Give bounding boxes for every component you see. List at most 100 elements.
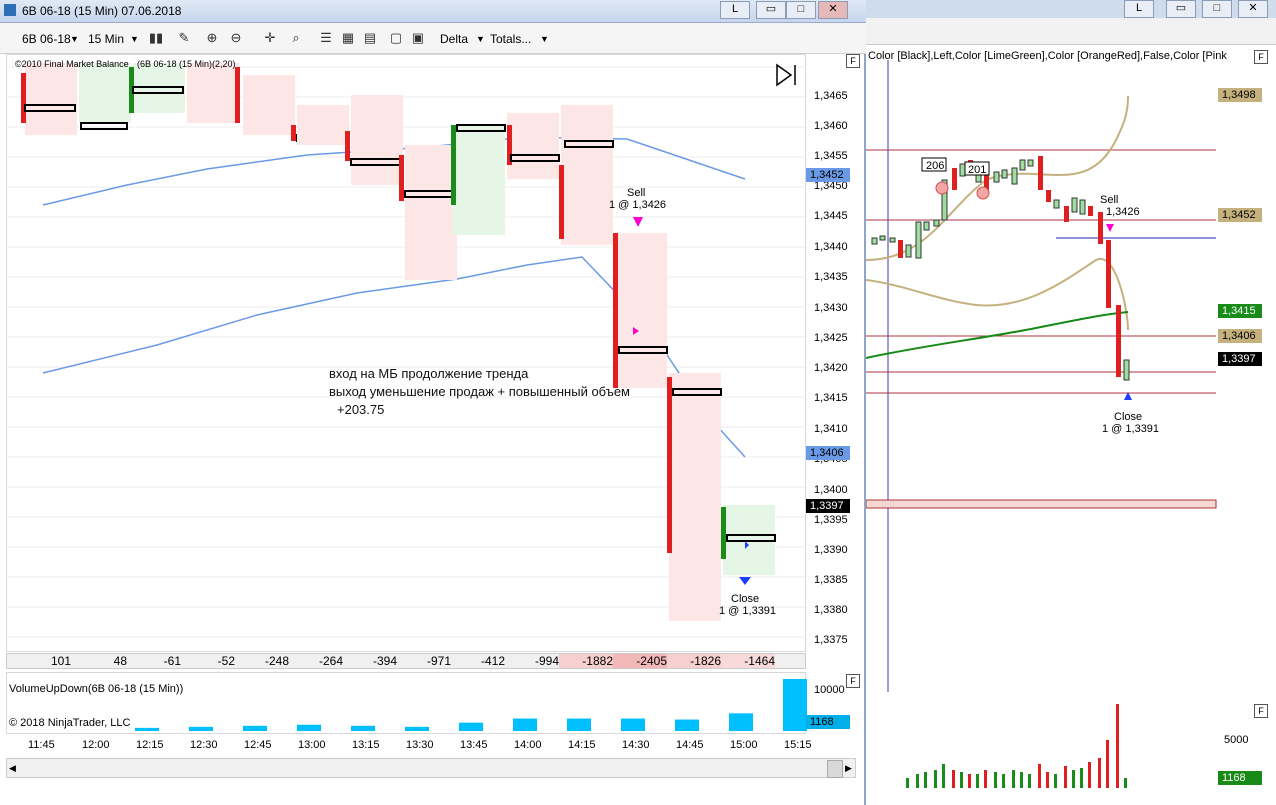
volume-bar	[459, 722, 483, 731]
right-sell-detail: 1,3426	[1106, 206, 1140, 218]
play-scroll-icon[interactable]	[776, 63, 796, 87]
right-sell-label: Sell	[1100, 194, 1118, 206]
chevron-down-icon[interactable]: ▼	[476, 34, 485, 44]
right-price-axis	[1218, 60, 1276, 700]
indicators-icon[interactable]: ▦	[340, 30, 356, 46]
volume-flag: 1168	[806, 715, 850, 729]
interval-selector[interactable]: 15 Min	[88, 32, 124, 46]
delta-cell: -1826	[667, 654, 721, 668]
time-tick: 15:00	[730, 739, 758, 751]
time-tick: 12:45	[244, 739, 272, 751]
delta-cell: -52	[217, 654, 235, 668]
delta-cell: -1464	[721, 654, 775, 668]
volume-bar	[621, 718, 645, 731]
time-tick: 12:15	[136, 739, 164, 751]
time-tick: 13:00	[298, 739, 326, 751]
annotation-line-3: +203.75	[337, 402, 385, 417]
delta-cell: -971	[426, 654, 451, 668]
chevron-down-icon[interactable]: ▼	[70, 34, 79, 44]
instrument-selector[interactable]: 6B 06-18	[22, 32, 71, 46]
scroll-right-icon[interactable]: ▶	[845, 763, 852, 774]
volume-bar	[351, 725, 375, 731]
data-box-icon[interactable]: ▢	[388, 30, 404, 46]
close-button[interactable]: ✕	[1238, 0, 1268, 18]
volume-bars	[135, 679, 807, 731]
help-button[interactable]: L	[720, 1, 750, 19]
background-toolbar	[866, 18, 1276, 45]
close-button[interactable]: ✕	[818, 1, 848, 19]
annotation-text: вход на МБ продолжение тренда выход умен…	[329, 365, 630, 419]
sell-arrow-icon	[633, 217, 643, 227]
volume-bar	[729, 713, 753, 731]
footprint-chart	[7, 63, 805, 638]
annotation-line-2: выход уменьшение продаж + повышенный объ…	[329, 384, 630, 399]
delta-cell: -412	[480, 654, 505, 668]
close-label: Close	[731, 593, 760, 605]
delta-cell: -1882	[559, 654, 613, 668]
window-title: 6B 06-18 (15 Min) 07.06.2018	[22, 4, 182, 18]
delta-totals-row: 101 48 -61 -52 -248 -264 -394 -971 -412 …	[6, 653, 806, 669]
scroll-left-icon[interactable]: ◀	[9, 763, 16, 774]
templates-icon[interactable]: ▣	[410, 30, 426, 46]
totals-dropdown[interactable]: Totals...	[490, 32, 531, 46]
label-201: 201	[968, 164, 986, 176]
delta-cell: -394	[372, 654, 397, 668]
price-tick: 1,3400	[814, 484, 848, 496]
indicator-label: ©2010 Final Market Balance	[15, 59, 129, 69]
price-tick: 1,3435	[814, 271, 848, 283]
minimize-button[interactable]: ▭	[1166, 0, 1196, 18]
horizontal-scrollbar[interactable]: ◀ ▶	[6, 758, 856, 778]
price-tick: 1,3465	[814, 90, 848, 102]
label-206: 206	[926, 160, 944, 172]
price-tick: 1,3390	[814, 544, 848, 556]
price-flag-middle: 1,3406	[806, 446, 850, 460]
price-tick: 1,3425	[814, 332, 848, 344]
scrollbar-thumb[interactable]	[827, 760, 843, 778]
flag-b: 1,3452	[1218, 208, 1262, 222]
price-tick: 1,3395	[814, 514, 848, 526]
footprint-bars	[21, 63, 776, 621]
delta-cell: -61	[163, 654, 181, 668]
right-price-chart: 206 201 Sell 1,3426 Close 1 @ 1,3391	[866, 60, 1217, 692]
volume-bar	[297, 724, 321, 731]
volume-bar	[567, 718, 591, 731]
help-button[interactable]: L	[1124, 0, 1154, 18]
price-tick: 1,3380	[814, 604, 848, 616]
crosshair-icon[interactable]: ✛	[262, 30, 278, 46]
main-chart-area[interactable]: ©2010 Final Market Balance (6B 06-18 (15…	[6, 54, 806, 652]
time-tick: 13:45	[460, 739, 488, 751]
toolbar: 6B 06-18 ▼ 15 Min ▼ ▮▮ ✎ ⊕ ⊖ ✛ ⌕ ☰ ▦ ▤ ▢…	[0, 23, 866, 54]
zoom-out-icon[interactable]: ⊖	[228, 30, 244, 46]
right-volume-flag: 1168	[1218, 771, 1262, 785]
time-tick: 11:45	[28, 739, 55, 751]
strategies-icon[interactable]: ▤	[362, 30, 378, 46]
properties-icon[interactable]: ☰	[318, 30, 334, 46]
annotation-line-1: вход на МБ продолжение тренда	[329, 366, 529, 381]
chart-window: 6B 06-18 (15 Min) 07.06.2018 L ▭ □ ✕ 6B …	[0, 0, 866, 805]
minimize-button[interactable]: ▭	[756, 1, 786, 19]
volume-panel-box[interactable]: F	[846, 674, 860, 688]
volume-bar	[513, 718, 537, 731]
chevron-down-icon[interactable]: ▼	[540, 34, 549, 44]
price-tick: 1,3445	[814, 210, 848, 222]
price-tick: 1,3420	[814, 362, 848, 374]
delta-dropdown[interactable]: Delta	[440, 32, 468, 46]
delta-cell: -264	[318, 654, 343, 668]
chevron-down-icon[interactable]: ▼	[130, 34, 139, 44]
maximize-button[interactable]: □	[786, 1, 816, 19]
time-tick: 13:15	[352, 739, 380, 751]
maximize-button[interactable]: □	[1202, 0, 1232, 18]
price-tick: 1,3455	[814, 150, 848, 162]
volume-panel-box[interactable]: F	[1254, 704, 1268, 718]
zoom-in-icon[interactable]: ⊕	[204, 30, 220, 46]
panel-maximize-box[interactable]: F	[846, 54, 860, 68]
time-tick: 14:30	[622, 739, 650, 751]
right-volume-chart	[906, 704, 1127, 788]
bar-type-icon[interactable]: ▮▮	[148, 30, 164, 46]
price-tick: 1,3430	[814, 302, 848, 314]
magnifier-icon[interactable]: ⌕	[288, 30, 304, 46]
delta-cell: 48	[113, 654, 127, 668]
time-tick: 14:45	[676, 739, 704, 751]
pencil-icon[interactable]: ✎	[176, 30, 192, 46]
flag-e: 1,3397	[1218, 352, 1262, 366]
